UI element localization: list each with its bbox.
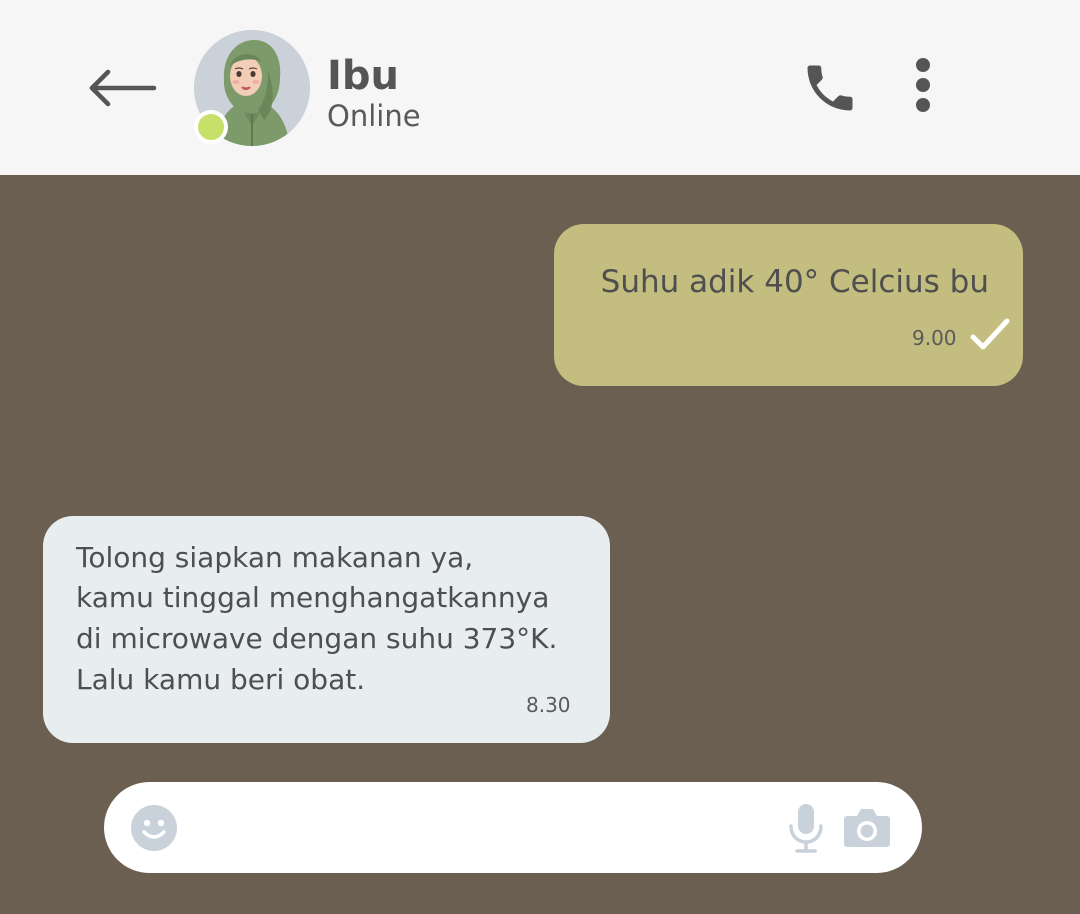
incoming-message-time: 8.30	[526, 693, 571, 717]
microphone-icon[interactable]	[786, 802, 826, 854]
check-icon	[970, 318, 1010, 350]
incoming-message-line: Lalu kamu beri obat.	[76, 663, 366, 696]
camera-icon[interactable]	[843, 806, 891, 848]
emoji-icon[interactable]	[130, 804, 178, 852]
outgoing-message-text: Suhu adik 40° Celcius bu	[600, 264, 989, 300]
message-input[interactable]	[195, 800, 765, 856]
phone-icon[interactable]	[800, 58, 860, 118]
incoming-message-line: Tolong siapkan makanan ya,	[76, 541, 474, 574]
online-indicator	[194, 110, 228, 144]
outgoing-message-bubble[interactable]: Suhu adik 40° Celcius bu	[554, 224, 1023, 386]
incoming-message-line: di microwave dengan suhu 373°K.	[76, 622, 558, 655]
back-arrow-icon[interactable]	[86, 66, 158, 110]
contact-name[interactable]: Ibu	[327, 52, 399, 100]
incoming-message-line: kamu tinggal menghangatkannya	[76, 581, 550, 614]
outgoing-message-time: 9.00	[912, 326, 957, 350]
more-vertical-icon[interactable]	[908, 56, 938, 116]
contact-status: Online	[327, 99, 421, 133]
